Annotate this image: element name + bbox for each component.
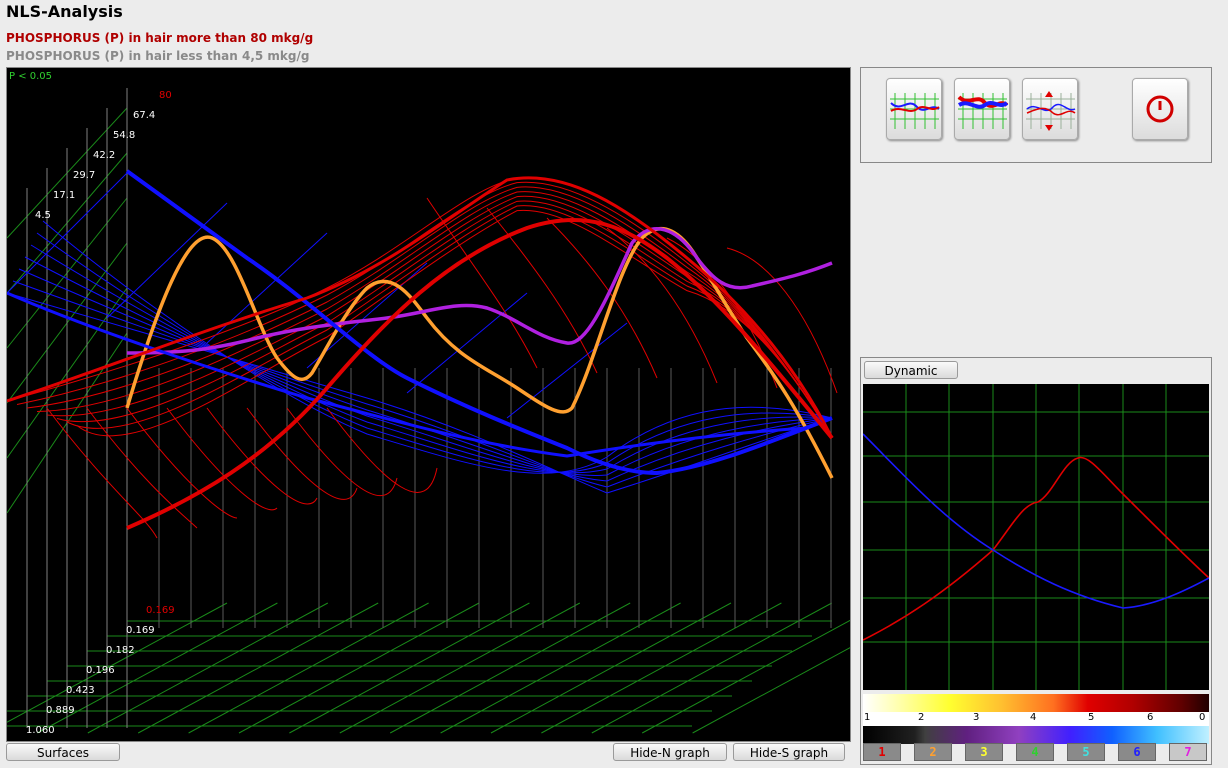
z-tick-label: 0.423 bbox=[66, 685, 95, 696]
surfaces-button[interactable]: Surfaces bbox=[6, 743, 120, 761]
series-toggle-7[interactable]: 7 bbox=[1169, 743, 1207, 761]
scale-tick: 2 bbox=[918, 712, 925, 723]
scale-tick: 1 bbox=[864, 712, 871, 723]
y-tick-label: 29.7 bbox=[73, 170, 96, 181]
graph-lines-icon bbox=[890, 93, 940, 129]
z-tick-label: 0.889 bbox=[46, 705, 75, 716]
series-toggle-4[interactable]: 4 bbox=[1016, 743, 1054, 761]
app-title: NLS-Analysis bbox=[6, 2, 123, 21]
z-tick-label: 0.169 bbox=[126, 625, 155, 636]
y-tick-label: 42.2 bbox=[93, 150, 116, 161]
surface-plot[interactable] bbox=[7, 68, 850, 741]
scale-tick: 0 bbox=[1199, 712, 1206, 723]
z-tick-label: 0.182 bbox=[106, 645, 135, 656]
y-tick-label: 67.4 bbox=[133, 110, 156, 121]
spread-graph-button[interactable] bbox=[1022, 78, 1078, 140]
dynamic-chart-plot bbox=[862, 384, 1210, 690]
y-tick-label: 54.8 bbox=[113, 130, 136, 141]
series-toggle-row: 1 2 3 4 5 6 7 bbox=[863, 743, 1209, 761]
dynamic-button[interactable]: Dynamic bbox=[864, 361, 958, 379]
floor-grid bbox=[7, 107, 850, 734]
low-threshold-label: PHOSPHORUS (P) in hair less than 4,5 mkg… bbox=[6, 49, 310, 63]
z-tick-label: 1.060 bbox=[26, 725, 55, 736]
color-scale: 1 2 3 4 5 6 0 bbox=[863, 694, 1209, 744]
scale-labels: 1 2 3 4 5 6 0 bbox=[863, 712, 1209, 726]
thick-graph-icon bbox=[957, 93, 1009, 129]
y-tick-label: 17.1 bbox=[53, 190, 76, 201]
series-toggle-6[interactable]: 6 bbox=[1118, 743, 1156, 761]
y-axis-top-label: 80 bbox=[159, 90, 172, 101]
series-toggle-1[interactable]: 1 bbox=[863, 743, 901, 761]
scale-tick: 6 bbox=[1147, 712, 1154, 723]
y-tick-label: 4.5 bbox=[35, 210, 51, 221]
thick-graph-button[interactable] bbox=[954, 78, 1010, 140]
power-button[interactable] bbox=[1132, 78, 1188, 140]
cool-color-scale bbox=[863, 726, 1209, 744]
dynamic-panel: Dynamic 1 2 3 4 5 6 0 1 2 3 4 5 6 7 bbox=[860, 357, 1212, 765]
dynamic-chart bbox=[862, 384, 1210, 690]
scale-tick: 3 bbox=[973, 712, 980, 723]
series-toggle-2[interactable]: 2 bbox=[914, 743, 952, 761]
hide-s-graph-button[interactable]: Hide-S graph bbox=[733, 743, 845, 761]
scale-tick: 4 bbox=[1030, 712, 1037, 723]
low-surface-mesh bbox=[7, 172, 833, 494]
high-threshold-label: PHOSPHORUS (P) in hair more than 80 mkg/… bbox=[6, 31, 314, 45]
series-toggle-5[interactable]: 5 bbox=[1067, 743, 1105, 761]
z-tick-label: 0.196 bbox=[86, 665, 115, 676]
z-axis-top-label: 0.169 bbox=[146, 605, 175, 616]
scale-tick: 5 bbox=[1088, 712, 1095, 723]
power-icon bbox=[1146, 95, 1174, 123]
tool-panel bbox=[860, 67, 1212, 163]
main-3d-chart[interactable]: P < 0.05 80 67.4 54.8 42.2 29.7 17.1 4.5… bbox=[6, 67, 851, 742]
spread-graph-icon bbox=[1026, 91, 1076, 131]
series-toggle-3[interactable]: 3 bbox=[965, 743, 1003, 761]
significance-label: P < 0.05 bbox=[9, 71, 53, 82]
warm-color-scale bbox=[863, 694, 1209, 712]
hide-n-graph-button[interactable]: Hide-N graph bbox=[613, 743, 727, 761]
graph-lines-button[interactable] bbox=[886, 78, 942, 140]
